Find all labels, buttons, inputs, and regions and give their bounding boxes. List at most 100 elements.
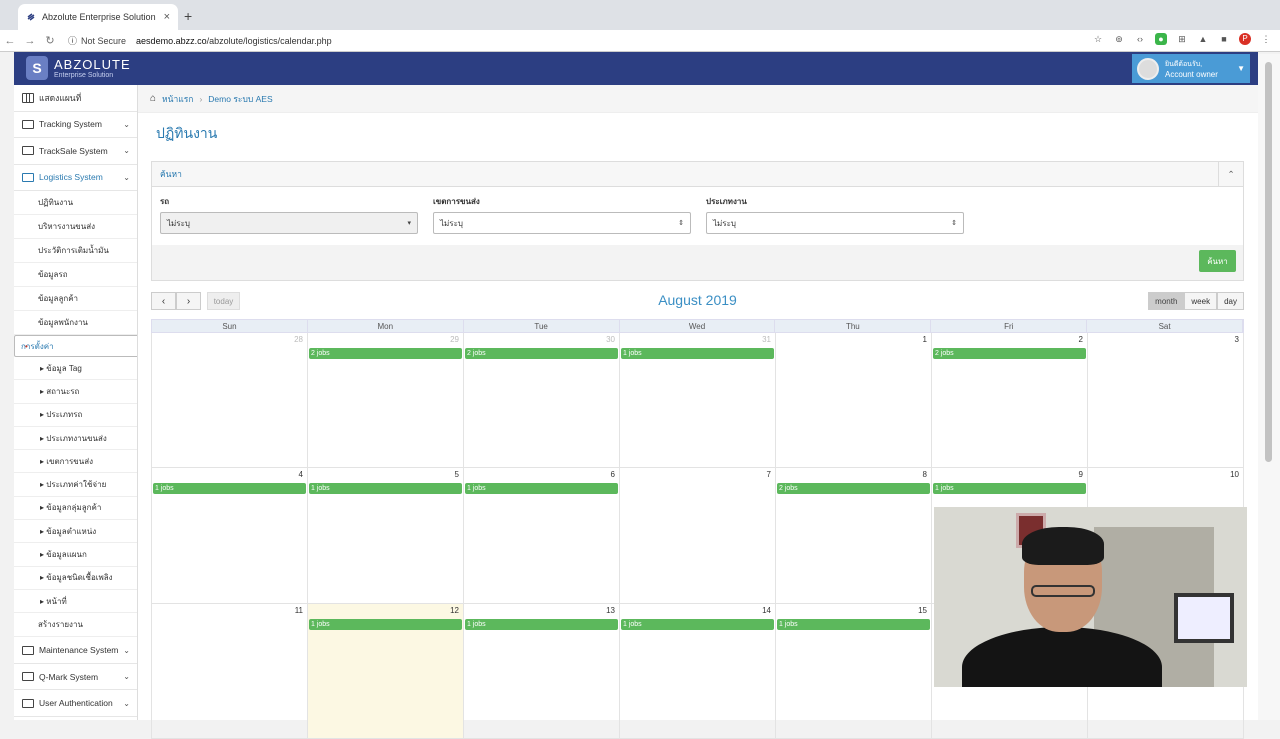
settings-item-transport-type[interactable]: ▸ ประเภทงานขนส่ง — [14, 427, 137, 451]
calendar-event[interactable]: 2 jobs — [777, 483, 930, 495]
webcam-overlay — [934, 507, 1247, 687]
extension-1-icon[interactable]: ⊚ — [1113, 33, 1125, 45]
info-icon[interactable]: ⓘ — [68, 34, 77, 47]
calendar-event[interactable]: 1 jobs — [309, 618, 462, 630]
line-extension-icon[interactable]: ● — [1155, 33, 1167, 45]
collapse-icon[interactable]: ⌃ — [1218, 162, 1243, 186]
settings-item-zone[interactable]: ▸ เขตการขนส่ง — [14, 450, 137, 474]
calendar-day-cell[interactable]: 3 — [1088, 333, 1244, 469]
day-number: 2 — [1078, 335, 1083, 344]
sidebar-item-qmark[interactable]: Q-Mark System ⌄ — [14, 664, 137, 691]
calendar-event[interactable]: 1 jobs — [621, 618, 774, 630]
today-button[interactable]: today — [207, 292, 240, 310]
scrollbar-thumb[interactable] — [1265, 62, 1272, 462]
calendar-day-cell[interactable]: 13 1 jobs — [464, 603, 620, 739]
calendar-event[interactable]: 2 jobs — [465, 348, 618, 359]
settings-item-duty[interactable]: ▸ หน้าที่ — [14, 590, 137, 614]
calendar-event[interactable]: 1 jobs — [309, 483, 462, 495]
reload-icon[interactable]: ↻ — [40, 34, 60, 47]
calendar-event[interactable]: 1 jobs — [777, 618, 930, 630]
home-icon[interactable]: ⌂ — [150, 93, 156, 104]
calendar-event[interactable]: 1 jobs — [933, 483, 1086, 495]
settings-item-customer-group[interactable]: ▸ ข้อมูลกลุ่มลูกค้า — [14, 497, 137, 521]
forward-icon[interactable]: → — [20, 35, 40, 47]
calendar-event[interactable]: 1 jobs — [153, 483, 306, 495]
sidebar-item-tracksale[interactable]: TrackSale System ⌄ — [14, 138, 137, 165]
tab-close-icon[interactable]: × — [164, 11, 170, 23]
user-menu[interactable]: ยินดีต้อนรับ, Account owner ▼ — [1132, 54, 1250, 83]
view-month-button[interactable]: month — [1148, 292, 1185, 310]
extension-2-icon[interactable]: ▲ — [1197, 33, 1209, 45]
calendar-event[interactable]: 2 jobs — [309, 348, 462, 359]
calendar-day-cell[interactable]: 31 1 jobs — [620, 333, 776, 469]
sidebar-item-tracking[interactable]: Tracking System ⌄ — [14, 112, 137, 138]
sidebar-sub-calendar[interactable]: ปฏิทินงาน — [14, 191, 137, 215]
settings-item-fuel-type[interactable]: ▸ ข้อมูลชนิดเชื้อเพลิง — [14, 567, 137, 590]
sidebar-sub-employees[interactable]: ข้อมูลพนักงาน — [14, 311, 137, 335]
calendar-event[interactable]: 1 jobs — [465, 483, 618, 495]
profile-avatar-icon[interactable]: P — [1239, 33, 1251, 45]
sidebar-sub-transport[interactable]: บริหารงานขนส่ง — [14, 215, 137, 239]
vehicle-select[interactable]: ไม่ระบุ ▾ — [160, 212, 418, 234]
breadcrumb-home[interactable]: หน้าแรก — [162, 92, 193, 106]
page-scrollbar[interactable] — [1258, 54, 1280, 720]
sidebar-sub-fuel-history[interactable]: ประวัติการเติมน้ำมัน — [14, 239, 137, 263]
view-day-button[interactable]: day — [1217, 292, 1244, 310]
sidebar-item-maintenance[interactable]: Maintenance System ⌄ — [14, 637, 137, 664]
extension-3-icon[interactable]: ■ — [1218, 33, 1230, 45]
monitor-icon — [22, 146, 34, 156]
calendar-day-cell[interactable]: 8 2 jobs — [776, 468, 932, 604]
next-month-icon[interactable]: › — [176, 292, 201, 310]
calendar-day-cell[interactable]: 12 1 jobs — [308, 603, 464, 739]
settings-item-expense-type[interactable]: ▸ ประเภทค่าใช้จ่าย — [14, 473, 137, 497]
jobtype-select[interactable]: ไม่ระบุ ⇕ — [706, 212, 964, 234]
search-button[interactable]: ค้นหา — [1199, 250, 1236, 272]
new-tab-icon[interactable]: + — [184, 8, 192, 24]
day-number: 1 — [922, 335, 927, 344]
calendar-day-cell[interactable]: 7 — [620, 468, 776, 604]
calendar-event[interactable]: 1 jobs — [465, 618, 618, 630]
sidebar-sub-report[interactable]: สร้างรายงาน — [14, 613, 137, 638]
settings-item-department[interactable]: ▸ ข้อมูลแผนก — [14, 543, 137, 567]
calendar-day-cell[interactable]: 14 1 jobs — [620, 603, 776, 739]
prev-month-icon[interactable]: ‹ — [151, 292, 176, 310]
sidebar-sub-settings[interactable]: การตั้งค่า ⌄ — [14, 335, 137, 357]
zone-select[interactable]: ไม่ระบุ ⇕ — [433, 212, 691, 234]
calendar-event[interactable]: 1 jobs — [621, 348, 774, 359]
settings-item-position[interactable]: ▸ ข้อมูลตำแหน่ง — [14, 520, 137, 544]
settings-item-vehicle-type[interactable]: ▸ ประเภทรถ — [14, 404, 137, 427]
calendar-nav: ‹ › — [151, 292, 201, 310]
translate-icon[interactable]: ⊞ — [1176, 33, 1188, 45]
url-path: /abzolute/logistics/calendar.php — [206, 35, 332, 46]
calendar-day-cell[interactable]: 30 2 jobs — [464, 333, 620, 469]
settings-item-tag[interactable]: ▸ ข้อมูล Tag — [14, 357, 137, 381]
sidebar-sub-customers[interactable]: ข้อมูลลูกค้า — [14, 287, 137, 311]
sidebar-item-label: Logistics System — [39, 172, 103, 183]
bookmark-star-icon[interactable]: ☆ — [1092, 33, 1104, 45]
calendar-day-cell[interactable]: 28 — [152, 333, 308, 469]
settings-item-vehicle-status[interactable]: ▸ สถานะรถ — [14, 380, 137, 404]
devtools-icon[interactable]: ‹› — [1134, 33, 1146, 45]
calendar-day-cell[interactable]: 4 1 jobs — [152, 468, 308, 604]
calendar-day-cell[interactable]: 11 — [152, 603, 308, 739]
calendar-day-cell[interactable]: 6 1 jobs — [464, 468, 620, 604]
breadcrumb-current[interactable]: Demo ระบบ AES — [208, 92, 272, 106]
sidebar-item-logistics[interactable]: Logistics System ⌄ — [14, 165, 137, 191]
browser-tab[interactable]: Abzolute Enterprise Solution × — [18, 4, 178, 30]
site-favicon-icon — [27, 13, 35, 21]
sidebar-item-map[interactable]: แสดงแผนที่ — [14, 85, 137, 112]
chrome-menu-icon[interactable]: ⋮ — [1260, 33, 1272, 45]
calendar-day-cell[interactable]: 2 2 jobs — [932, 333, 1088, 469]
calendar-day-cell[interactable]: 1 — [776, 333, 932, 469]
sidebar-sub-vehicles[interactable]: ข้อมูลรถ — [14, 263, 137, 287]
calendar-day-cell[interactable]: 5 1 jobs — [308, 468, 464, 604]
omnibox[interactable]: ⓘ Not Secure aesdemo.abzz.co/abzolute/lo… — [68, 34, 332, 47]
calendar-day-cell[interactable]: 29 2 jobs — [308, 333, 464, 469]
calendar-day-cell[interactable]: 15 1 jobs — [776, 603, 932, 739]
sidebar-item-user-auth[interactable]: User Authentication ⌄ — [14, 690, 137, 717]
calendar-event[interactable]: 2 jobs — [933, 348, 1086, 359]
day-number: 15 — [918, 605, 927, 615]
view-week-button[interactable]: week — [1184, 292, 1218, 310]
back-icon[interactable]: ← — [0, 35, 20, 47]
brand-logo[interactable]: S ABZOLUTE Enterprise Solution — [26, 56, 131, 80]
